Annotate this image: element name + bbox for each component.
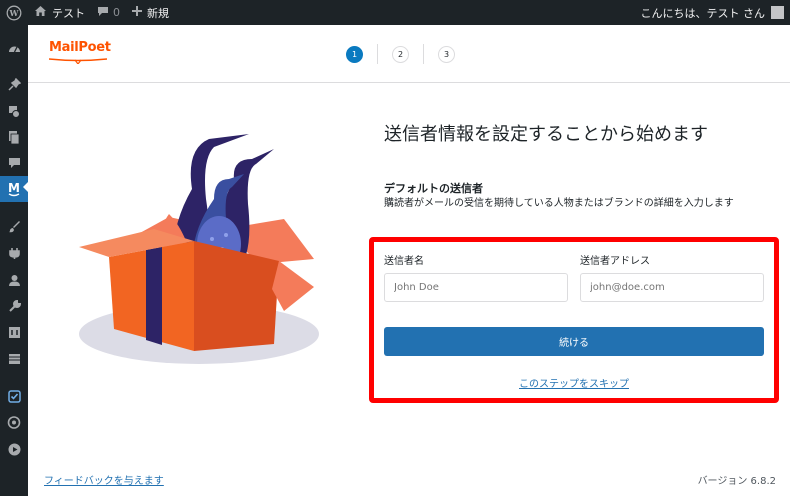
tools-icon[interactable] [0, 295, 28, 317]
svg-text:W: W [9, 8, 20, 18]
sender-address-label: 送信者アドレス [580, 256, 650, 267]
pin-icon[interactable] [0, 73, 28, 95]
skip-step-link[interactable]: このステップをスキップ [384, 375, 764, 390]
settings-icon[interactable] [0, 321, 28, 343]
birds-in-box-illustration [79, 134, 319, 364]
step-2: 2 [392, 45, 409, 63]
wizard-header: MailPoet 1 2 3 [28, 25, 790, 83]
greeting: こんにちは、テスト さん [640, 6, 766, 20]
new-content-link[interactable]: 新規 [126, 0, 175, 25]
mailpoet-logo: MailPoet [49, 40, 111, 55]
logo-swoosh-icon [49, 58, 107, 64]
site-name: テスト [52, 6, 85, 20]
plus-icon [132, 6, 142, 19]
wordpress-logo-icon[interactable]: W [0, 0, 28, 25]
wizard-main: 送信者情報を設定することから始めます デフォルトの送信者 購読者がメールの受信を… [28, 84, 790, 496]
sender-address-input[interactable] [580, 273, 764, 302]
new-label: 新規 [147, 6, 169, 20]
comments-count: 0 [113, 6, 120, 19]
check-icon[interactable] [0, 385, 28, 407]
step-3: 3 [438, 45, 455, 63]
pages-icon[interactable] [0, 126, 28, 148]
site-name-link[interactable]: テスト [28, 0, 91, 25]
user-account-menu[interactable]: こんにちは、テスト さん [635, 0, 790, 25]
feedback-link[interactable]: フィードバックを与えます [44, 472, 164, 487]
eye-icon[interactable] [0, 411, 28, 433]
step-1: 1 [346, 45, 363, 63]
avatar [771, 6, 784, 19]
admin-sidebar: M [0, 25, 28, 496]
users-icon[interactable] [0, 269, 28, 291]
plugins-icon[interactable] [0, 242, 28, 264]
play-icon[interactable] [0, 438, 28, 460]
version-label: バージョン 6.8.2 [697, 476, 776, 487]
svg-text:M: M [8, 181, 20, 195]
section-description: 購読者がメールの受信を期待している人物またはブランドの詳細を入力します [384, 198, 734, 209]
section-title: デフォルトの送信者 [384, 182, 483, 195]
continue-button[interactable]: 続ける [384, 327, 764, 356]
step-divider [423, 44, 424, 64]
table-icon[interactable] [0, 348, 28, 370]
comment-bubble-icon [97, 6, 109, 20]
home-icon [34, 5, 47, 20]
admin-bar: W テスト 0 新規 こんにちは、テスト さん [0, 0, 790, 25]
step-divider [377, 44, 378, 64]
page-title: 送信者情報を設定することから始めます [384, 124, 708, 145]
mailpoet-menu-icon[interactable]: M [0, 176, 28, 202]
sender-name-label: 送信者名 [384, 256, 424, 267]
wizard-stepper: 1 2 3 [346, 44, 455, 64]
sender-name-input[interactable] [384, 273, 568, 302]
comments-link[interactable]: 0 [91, 0, 126, 25]
comments-icon[interactable] [0, 152, 28, 174]
appearance-icon[interactable] [0, 215, 28, 237]
media-icon[interactable] [0, 100, 28, 122]
dashboard-icon[interactable] [0, 38, 28, 60]
